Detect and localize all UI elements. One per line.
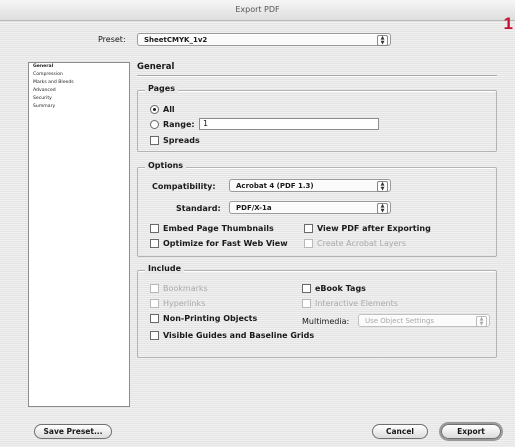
panel-title: General <box>137 62 175 72</box>
updown-arrows-icon: ▲ ▼ <box>377 35 388 46</box>
pages-all-label: All <box>163 105 175 114</box>
compatibility-value: Acrobat 4 (PDF 1.3) <box>236 182 314 190</box>
interactive-elements-label: Interactive Elements <box>315 299 398 308</box>
compatibility-label: Compatibility: <box>152 182 216 191</box>
export-button[interactable]: Export <box>441 424 501 439</box>
create-layers-checkbox[interactable] <box>304 239 313 248</box>
options-group-label: Options <box>145 161 187 170</box>
interactive-elements-checkbox[interactable] <box>302 299 311 308</box>
preset-label: Preset: <box>98 35 126 44</box>
export-pdf-dialog: Export PDF 1 Preset: SheetCMYK_1v2 ▲ ▼ Ge… <box>0 0 515 447</box>
sidebar-item-marks-and-bleeds[interactable]: Marks and Bleeds <box>29 79 129 87</box>
hyperlinks-label: Hyperlinks <box>163 299 206 308</box>
sidebar-item-advanced[interactable]: Advanced <box>29 87 129 95</box>
preset-value: SheetCMYK_1v2 <box>144 36 208 44</box>
standard-label: Standard: <box>176 204 221 213</box>
ebook-tags-label: eBook Tags <box>315 284 366 293</box>
updown-arrows-icon: ▲ ▼ <box>377 203 388 214</box>
view-after-export-checkbox[interactable] <box>304 224 313 233</box>
standard-select[interactable]: PDF/X-1a ▲ ▼ <box>229 201 391 214</box>
pages-range-radio[interactable] <box>150 120 159 129</box>
updown-arrows-icon: ▲ ▼ <box>476 316 487 327</box>
embed-thumbnails-checkbox[interactable] <box>150 224 159 233</box>
window-title: Export PDF <box>0 0 515 21</box>
preset-select[interactable]: SheetCMYK_1v2 ▲ ▼ <box>137 33 391 46</box>
visible-guides-label: Visible Guides and Baseline Grids <box>163 331 315 340</box>
nonprinting-label: Non-Printing Objects <box>163 314 258 323</box>
bookmarks-checkbox[interactable] <box>150 284 159 293</box>
nonprinting-checkbox[interactable] <box>150 314 159 323</box>
multimedia-label: Multimedia: <box>302 317 350 326</box>
sidebar-item-security[interactable]: Security <box>29 95 129 103</box>
cancel-button[interactable]: Cancel <box>372 424 428 439</box>
pages-range-field[interactable]: 1 <box>199 118 379 130</box>
view-after-export-label: View PDF after Exporting <box>317 224 431 233</box>
create-layers-label: Create Acrobat Layers <box>317 239 406 248</box>
save-preset-button[interactable]: Save Preset... <box>34 424 112 439</box>
updown-arrows-icon: ▲ ▼ <box>377 181 388 192</box>
pages-range-label: Range: <box>163 120 195 129</box>
spreads-checkbox[interactable] <box>150 136 159 145</box>
sidebar-item-summary[interactable]: Summary <box>29 103 129 111</box>
category-list: General Compression Marks and Bleeds Adv… <box>28 62 130 407</box>
optimize-web-label: Optimize for Fast Web View <box>163 239 288 248</box>
sidebar-item-compression[interactable]: Compression <box>29 71 129 79</box>
pages-all-radio[interactable] <box>150 105 159 114</box>
multimedia-select[interactable]: Use Object Settings ▲ ▼ <box>358 314 490 327</box>
ebook-tags-checkbox[interactable] <box>302 284 311 293</box>
compatibility-select[interactable]: Acrobat 4 (PDF 1.3) ▲ ▼ <box>229 179 391 192</box>
include-group-label: Include <box>145 264 185 273</box>
spreads-label: Spreads <box>163 136 200 145</box>
step-badge: 1 <box>503 14 513 33</box>
bookmarks-label: Bookmarks <box>163 284 208 293</box>
pages-group-label: Pages <box>145 84 178 93</box>
optimize-web-checkbox[interactable] <box>150 239 159 248</box>
divider <box>137 75 497 77</box>
multimedia-value: Use Object Settings <box>365 317 435 325</box>
sidebar-item-general[interactable]: General <box>29 63 129 71</box>
embed-thumbnails-label: Embed Page Thumbnails <box>163 224 274 233</box>
preset-row: Preset: SheetCMYK_1v2 ▲ ▼ <box>0 33 515 49</box>
standard-value: PDF/X-1a <box>236 204 272 212</box>
visible-guides-checkbox[interactable] <box>150 331 159 340</box>
hyperlinks-checkbox[interactable] <box>150 299 159 308</box>
